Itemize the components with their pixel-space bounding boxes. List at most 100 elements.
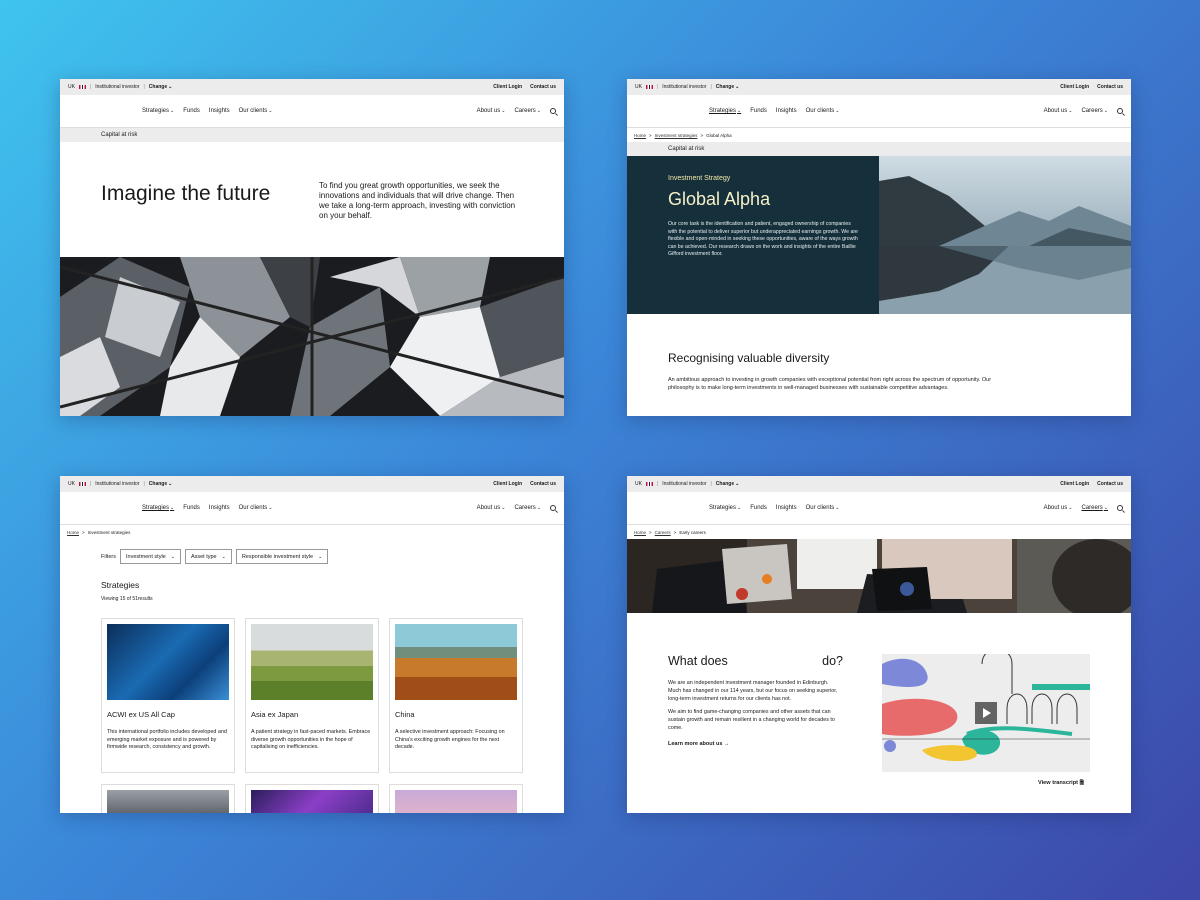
strategy-card[interactable]: Asia ex Japan A patient strategy in fast… bbox=[245, 618, 379, 773]
strategy-intro-panel: Investment Strategy Global Alpha Our cor… bbox=[627, 156, 879, 314]
nav-insights[interactable]: Insights bbox=[209, 108, 230, 114]
strategy-card[interactable] bbox=[389, 784, 523, 813]
chevron-down-icon: ⌄ bbox=[835, 505, 840, 511]
main-nav: Strategies⌄ Funds Insights Our clients⌄ … bbox=[60, 95, 564, 128]
nav-careers[interactable]: Careers⌄ bbox=[514, 505, 541, 511]
chevron-down-icon: ⌄ bbox=[735, 481, 740, 487]
client-login-link[interactable]: Client Login bbox=[493, 481, 522, 487]
about-paragraph-1: We are an independent investment manager… bbox=[668, 680, 838, 702]
nav-insights[interactable]: Insights bbox=[776, 505, 797, 511]
strategy-card-title: ACWI ex US All Cap bbox=[107, 710, 175, 719]
nav-strategies[interactable]: Strategies⌄ bbox=[142, 108, 174, 114]
chevron-down-icon: ⌄ bbox=[170, 108, 175, 114]
chevron-down-icon: ⌄ bbox=[1103, 108, 1108, 114]
strategy-image bbox=[395, 790, 517, 813]
breadcrumb-current: Early careers bbox=[679, 529, 706, 535]
filters-label: Filters bbox=[101, 553, 116, 560]
search-icon[interactable] bbox=[1117, 108, 1123, 114]
filter-asset-type[interactable]: Asset type ⌄ bbox=[184, 549, 232, 564]
contact-us-link[interactable]: Contact us bbox=[530, 84, 556, 90]
main-nav: Strategies⌄ Funds Insights Our clients⌄ … bbox=[627, 492, 1131, 525]
contact-us-link[interactable]: Contact us bbox=[530, 481, 556, 487]
great-wall-image bbox=[395, 624, 517, 700]
nav-careers[interactable]: Careers⌄ bbox=[1081, 505, 1108, 511]
breadcrumb: Home > Investment strategies > Global Alph… bbox=[634, 132, 732, 138]
water-image bbox=[107, 624, 229, 700]
nav-our-clients[interactable]: Our clients⌄ bbox=[239, 108, 273, 114]
nav-insights[interactable]: Insights bbox=[209, 505, 230, 511]
strategies-heading: Strategies bbox=[101, 580, 140, 590]
breadcrumb-investment-strategies[interactable]: Investment strategies bbox=[655, 133, 698, 138]
change-investor-button[interactable]: Change⌄ bbox=[149, 481, 173, 487]
strategy-grid: ACWI ex US All Cap This international po… bbox=[101, 618, 523, 773]
filter-investment-style[interactable]: Investment style ⌄ bbox=[119, 549, 181, 564]
strategy-title: Global Alpha bbox=[668, 189, 771, 209]
play-button-icon[interactable] bbox=[975, 702, 997, 724]
about-section: What does do? We are an independent inves… bbox=[668, 654, 843, 747]
chevron-down-icon: ⌄ bbox=[735, 84, 740, 90]
nav-our-clients[interactable]: Our clients⌄ bbox=[239, 505, 273, 511]
learn-more-link[interactable]: Learn more about us → bbox=[668, 741, 843, 747]
chevron-down-icon: ⌄ bbox=[168, 84, 173, 90]
strategy-card[interactable] bbox=[245, 784, 379, 813]
strategy-card[interactable]: ACWI ex US All Cap This international po… bbox=[101, 618, 235, 773]
about-paragraph-2: We aim to find game-changing companies a… bbox=[668, 709, 835, 731]
region-label[interactable]: UK bbox=[68, 84, 75, 90]
nav-funds[interactable]: Funds bbox=[183, 505, 200, 511]
nav-careers[interactable]: Careers⌄ bbox=[514, 108, 541, 114]
uk-flag-icon bbox=[645, 85, 653, 89]
chevron-down-icon: ⌄ bbox=[1068, 505, 1073, 511]
video-player[interactable] bbox=[882, 654, 1090, 772]
capital-risk-banner: Capital at risk bbox=[60, 128, 564, 142]
view-transcript-link[interactable]: View transcript 🗎 bbox=[1038, 778, 1084, 788]
search-icon[interactable] bbox=[1117, 505, 1123, 511]
utility-bar: UK | Institutional investor | Change⌄ Cl… bbox=[60, 476, 564, 492]
client-login-link[interactable]: Client Login bbox=[493, 84, 522, 90]
change-investor-button[interactable]: Change⌄ bbox=[149, 84, 173, 90]
chevron-down-icon: ⌄ bbox=[536, 108, 541, 114]
utility-bar: UK | Institutional investor | Change⌄ Cl… bbox=[627, 476, 1131, 492]
nav-careers[interactable]: Careers⌄ bbox=[1081, 108, 1108, 114]
nav-funds[interactable]: Funds bbox=[750, 108, 767, 114]
nav-strategies[interactable]: Strategies⌄ bbox=[709, 108, 741, 114]
nav-insights[interactable]: Insights bbox=[776, 108, 797, 114]
nav-about-us[interactable]: About us⌄ bbox=[1044, 108, 1073, 114]
breadcrumb-current: Global Alpha bbox=[706, 132, 732, 138]
client-login-link[interactable]: Client Login bbox=[1060, 481, 1089, 487]
chevron-down-icon: ⌄ bbox=[268, 108, 273, 114]
nav-about-us[interactable]: About us⌄ bbox=[1044, 505, 1073, 511]
strategy-card[interactable]: China A selective investment approach: F… bbox=[389, 618, 523, 773]
nav-our-clients[interactable]: Our clients⌄ bbox=[806, 505, 840, 511]
breadcrumb: Home > Careers > Early careers bbox=[634, 529, 706, 535]
nav-funds[interactable]: Funds bbox=[183, 108, 200, 114]
search-icon[interactable] bbox=[550, 108, 556, 114]
strategy-hero: Investment Strategy Global Alpha Our cor… bbox=[627, 156, 1131, 314]
contact-us-link[interactable]: Contact us bbox=[1097, 84, 1123, 90]
client-login-link[interactable]: Client Login bbox=[1060, 84, 1089, 90]
breadcrumb-home[interactable]: Home bbox=[634, 133, 646, 138]
breadcrumb-home[interactable]: Home bbox=[67, 530, 79, 535]
hero-intro: To find you great growth opportunities, … bbox=[319, 181, 516, 220]
nav-our-clients[interactable]: Our clients⌄ bbox=[806, 108, 840, 114]
search-icon[interactable] bbox=[550, 505, 556, 511]
capital-risk-banner: Capital at risk bbox=[627, 142, 1131, 156]
filter-responsible-investment[interactable]: Responsible investment style ⌄ bbox=[235, 549, 329, 564]
change-investor-button[interactable]: Change⌄ bbox=[716, 84, 740, 90]
breadcrumb-careers[interactable]: Careers bbox=[655, 530, 671, 535]
region-label[interactable]: UK bbox=[635, 481, 642, 487]
strategy-card[interactable] bbox=[101, 784, 235, 813]
change-investor-button[interactable]: Change⌄ bbox=[716, 481, 740, 487]
nav-about-us[interactable]: About us⌄ bbox=[477, 108, 506, 114]
chevron-down-icon: ⌄ bbox=[221, 553, 226, 560]
nav-about-us[interactable]: About us⌄ bbox=[477, 505, 506, 511]
contact-us-link[interactable]: Contact us bbox=[1097, 481, 1123, 487]
breadcrumb-home[interactable]: Home bbox=[634, 530, 646, 535]
nav-funds[interactable]: Funds bbox=[750, 505, 767, 511]
region-label[interactable]: UK bbox=[635, 84, 642, 90]
region-label[interactable]: UK bbox=[68, 481, 75, 487]
strategy-image bbox=[251, 790, 373, 813]
chevron-down-icon: ⌄ bbox=[1068, 108, 1073, 114]
nav-strategies[interactable]: Strategies⌄ bbox=[142, 505, 174, 511]
nav-strategies[interactable]: Strategies⌄ bbox=[709, 505, 741, 511]
document-icon: 🗎 bbox=[1079, 780, 1085, 786]
